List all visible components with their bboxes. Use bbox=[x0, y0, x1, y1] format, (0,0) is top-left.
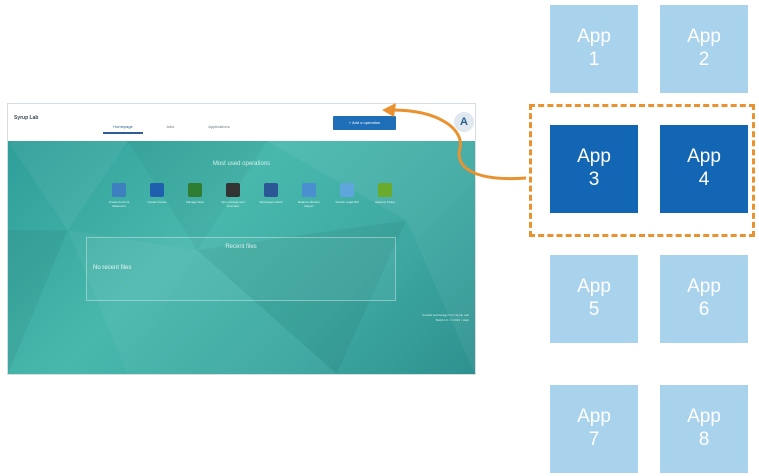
tab-applications[interactable]: Applications bbox=[198, 124, 240, 129]
operation-label: Workspace Word bbox=[259, 200, 283, 204]
operation-item[interactable]: Open Assignment Overview bbox=[218, 183, 248, 208]
operations-list: Create Account Statement Create Invoice Ma… bbox=[104, 183, 404, 223]
app-tile-6[interactable]: App 6 bbox=[660, 255, 748, 343]
app-screenshot: Syrup Lab Homepage Jobs Applications + A… bbox=[7, 103, 476, 375]
operation-label: Create Account Statement bbox=[108, 200, 130, 208]
recent-files-title: Recent files bbox=[225, 244, 257, 250]
operation-item[interactable]: Create Account Statement bbox=[104, 183, 134, 208]
app-tile-8[interactable]: App 8 bbox=[660, 385, 748, 473]
operation-item[interactable]: Create Invoice bbox=[142, 183, 172, 204]
tab-homepage[interactable]: Homepage bbox=[103, 124, 143, 134]
app-number: 7 bbox=[588, 429, 600, 450]
operation-item[interactable]: Manage Files bbox=[180, 183, 210, 204]
operation-label: Balance Monitor Report bbox=[298, 200, 320, 208]
add-operation-button[interactable]: + Add a operation bbox=[333, 116, 396, 130]
spreadsheet-icon bbox=[188, 183, 202, 197]
operation-item[interactable]: Balance Monitor Report bbox=[294, 183, 324, 208]
recent-files-panel: Recent files No recent files bbox=[86, 237, 396, 301]
tab-jobs[interactable]: Jobs bbox=[158, 124, 182, 129]
operation-label: Search Legal RM bbox=[335, 200, 359, 204]
app-word: App bbox=[687, 406, 721, 427]
monitor-icon bbox=[150, 183, 164, 197]
app-number: 8 bbox=[698, 429, 710, 450]
app-number: 5 bbox=[588, 299, 600, 320]
footer-line: Build 2.0 • © 2016 • Help bbox=[436, 318, 469, 322]
app-tile-2[interactable]: App 2 bbox=[660, 5, 748, 93]
app-number: 6 bbox=[698, 299, 710, 320]
operation-item[interactable]: Approve Ticket bbox=[370, 183, 400, 204]
operation-label: Manage Files bbox=[185, 200, 204, 204]
app-word: App bbox=[577, 26, 611, 47]
app-tile-5[interactable]: App 5 bbox=[550, 255, 638, 343]
operation-item[interactable]: Search Legal RM bbox=[332, 183, 362, 204]
screenshot-footer: Contact technology from Syrup Lab Build … bbox=[379, 313, 469, 323]
screenshot-canvas: Most used operations Create Account Stat… bbox=[8, 141, 475, 374]
app-tile-1[interactable]: App 1 bbox=[550, 5, 638, 93]
most-used-title: Most used operations bbox=[212, 161, 271, 167]
app-tile-7[interactable]: App 7 bbox=[550, 385, 638, 473]
avatar[interactable]: A bbox=[454, 112, 474, 132]
record-icon bbox=[226, 183, 240, 197]
checkmark-icon bbox=[378, 183, 392, 197]
recent-files-empty: No recent files bbox=[93, 265, 132, 271]
screenshot-header: Syrup Lab Homepage Jobs Applications + A… bbox=[8, 104, 475, 142]
app-word: App bbox=[577, 276, 611, 297]
document-icon bbox=[112, 183, 126, 197]
app-number: 1 bbox=[588, 49, 600, 70]
app-number: 2 bbox=[698, 49, 710, 70]
screenshot-logo: Syrup Lab bbox=[14, 115, 39, 121]
operation-label: Open Assignment Overview bbox=[221, 200, 245, 208]
app-word: App bbox=[687, 26, 721, 47]
operation-label: Create Invoice bbox=[147, 200, 167, 204]
app-word: App bbox=[577, 406, 611, 427]
operation-item[interactable]: Workspace Word bbox=[256, 183, 286, 204]
globe-icon bbox=[302, 183, 316, 197]
operation-label: Approve Ticket bbox=[375, 200, 395, 204]
selection-highlight bbox=[529, 104, 755, 237]
word-icon bbox=[264, 183, 278, 197]
app-word: App bbox=[687, 276, 721, 297]
window-icon bbox=[340, 183, 354, 197]
